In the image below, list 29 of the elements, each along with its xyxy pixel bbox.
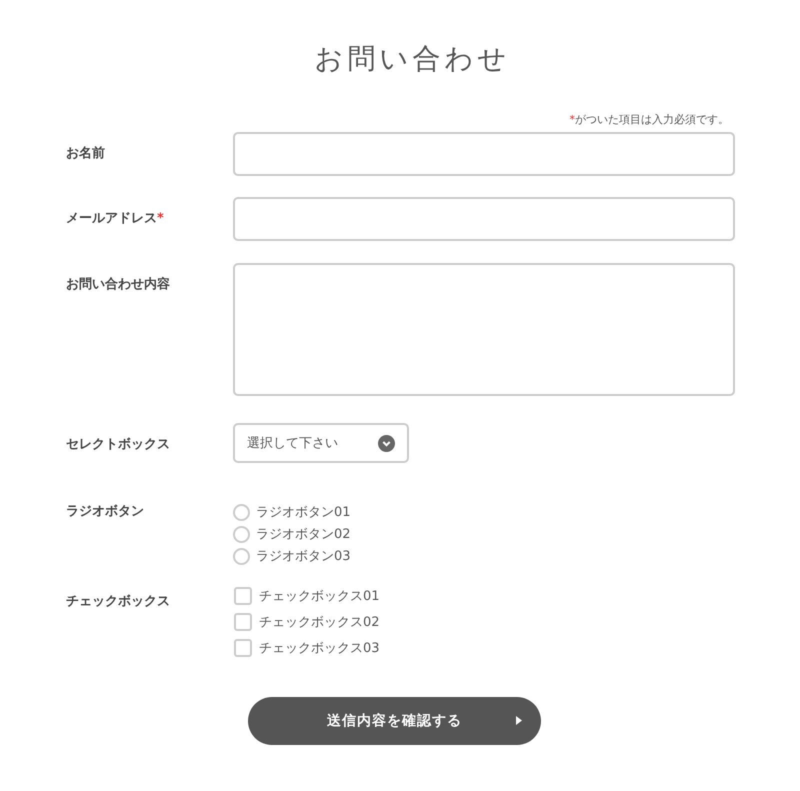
field-label: チェックボックス xyxy=(66,594,170,609)
radio-label[interactable]: ラジオボタン01 xyxy=(256,503,351,521)
radio-label[interactable]: ラジオボタン03 xyxy=(256,547,351,565)
field-label: お名前 xyxy=(66,146,105,161)
required-note: がついた項目は入力必須です。 xyxy=(575,113,729,126)
text-field[interactable] xyxy=(233,197,735,241)
checkbox-label[interactable]: チェックボックス01 xyxy=(259,587,380,605)
checkbox[interactable] xyxy=(234,613,252,631)
page-title: お問い合わせ xyxy=(314,41,512,77)
text-field[interactable] xyxy=(233,132,735,176)
required-mark: * xyxy=(157,211,164,226)
required-mark: * xyxy=(570,113,575,126)
message-field[interactable] xyxy=(233,263,735,396)
radio-button[interactable] xyxy=(233,526,250,542)
select-dropdown[interactable]: 選択して下さい xyxy=(233,423,409,463)
field-label: ラジオボタン xyxy=(66,504,144,519)
checkbox[interactable] xyxy=(234,587,252,605)
checkbox[interactable] xyxy=(234,639,252,657)
field-label: セレクトボックス xyxy=(66,437,170,452)
checkbox-label[interactable]: チェックボックス03 xyxy=(259,639,380,657)
radio-button[interactable] xyxy=(233,504,250,520)
chevron-down-icon xyxy=(378,434,395,452)
field-label: お問い合わせ内容 xyxy=(66,277,170,292)
submit-button[interactable]: 送信内容を確認する xyxy=(248,697,541,745)
field-label: メールアドレス xyxy=(66,211,157,226)
triangle-right-icon xyxy=(516,716,522,725)
radio-label[interactable]: ラジオボタン02 xyxy=(256,525,351,543)
radio-button[interactable] xyxy=(233,548,250,564)
checkbox-label[interactable]: チェックボックス02 xyxy=(259,613,380,631)
